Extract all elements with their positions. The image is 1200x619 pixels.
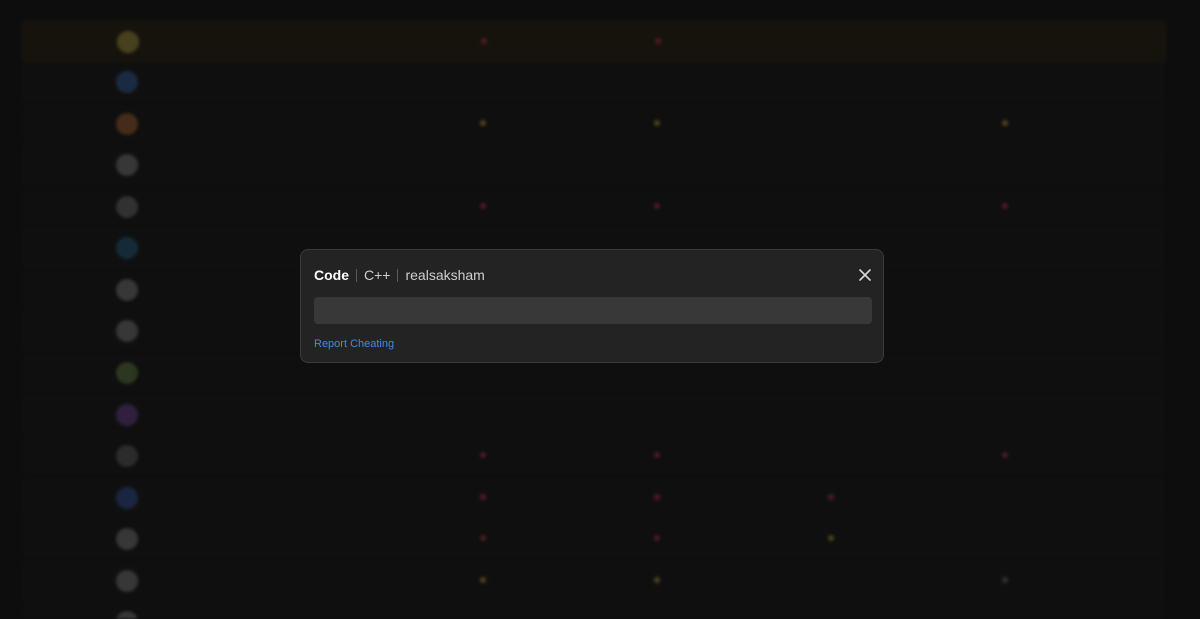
header-divider <box>356 268 357 282</box>
language-label: C++ <box>364 267 391 283</box>
username-label: realsaksham <box>405 267 485 283</box>
code-viewer[interactable] <box>314 297 872 324</box>
header-divider <box>397 268 399 282</box>
report-cheating-link[interactable]: Report Cheating <box>314 338 394 350</box>
modal-header: Code C++ realsaksham <box>314 266 485 284</box>
close-button[interactable] <box>857 267 873 283</box>
code-modal: Code C++ realsaksham Report Cheating <box>300 249 884 363</box>
close-icon <box>859 269 871 281</box>
modal-title: Code <box>314 267 349 283</box>
